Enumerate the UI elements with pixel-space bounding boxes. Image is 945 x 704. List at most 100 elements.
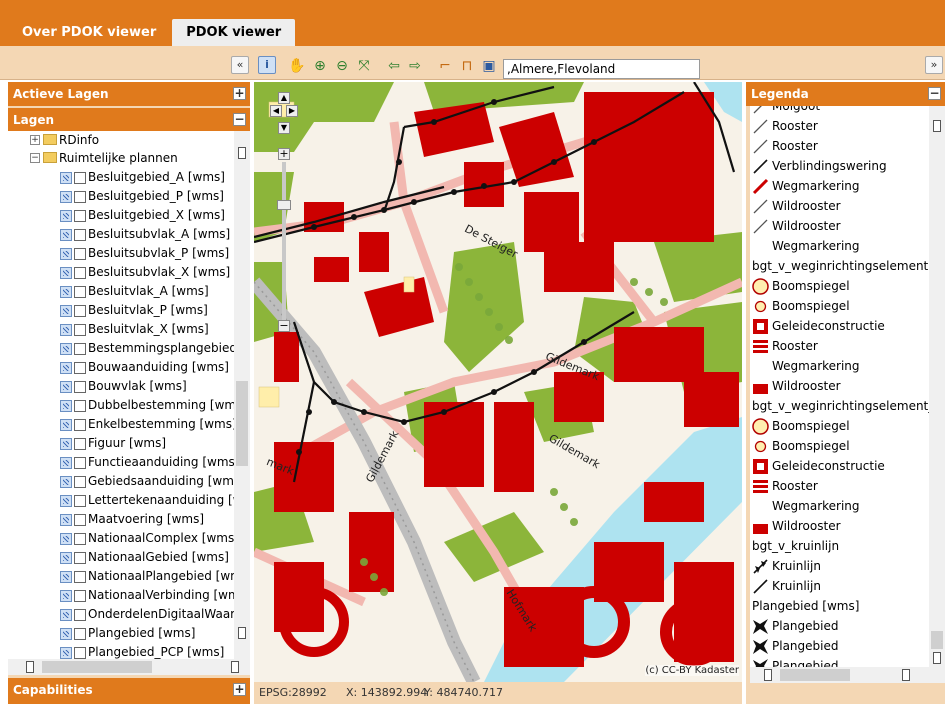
layer-checkbox[interactable]	[74, 438, 86, 450]
layer-checkbox[interactable]	[74, 172, 86, 184]
expand-icon[interactable]: +	[30, 135, 40, 145]
h-scroll-thumb[interactable]	[780, 669, 850, 681]
scroll-up-button[interactable]	[238, 147, 246, 159]
layer-label: Lettertekenaanduiding [wi	[88, 493, 246, 507]
zoom-in-button[interactable]: +	[278, 148, 290, 160]
layer-checkbox[interactable]	[74, 267, 86, 279]
info-icon[interactable]: i	[258, 56, 276, 74]
layer-checkbox[interactable]	[74, 514, 86, 526]
map-image-icon[interactable]: ▣	[480, 57, 498, 75]
layer-checkbox[interactable]	[74, 324, 86, 336]
legend-symbol-icon	[752, 578, 769, 595]
scroll-up-button[interactable]	[933, 120, 941, 132]
collapse-left-button[interactable]: «	[231, 56, 249, 74]
collapse-legend-button[interactable]: −	[928, 87, 941, 100]
layer-checkbox[interactable]	[74, 286, 86, 298]
wms-layer-icon	[60, 229, 72, 241]
legend-vertical-scrollbar[interactable]	[929, 106, 945, 667]
scroll-down-button[interactable]	[933, 652, 941, 664]
layer-label: NationaalComplex [wms]	[88, 531, 239, 545]
map-canvas[interactable]: De Steiger Gildemark Gildemark Gildemark…	[254, 82, 742, 682]
zoom-out-button[interactable]: −	[278, 320, 290, 332]
layer-tree: + RDinfo − Ruimtelijke plannen Besluitge…	[8, 131, 250, 675]
pan-right-button[interactable]: ▶	[286, 105, 298, 117]
folder-label: RDinfo	[59, 133, 100, 147]
layer-checkbox[interactable]	[74, 533, 86, 545]
map-image[interactable]	[254, 82, 742, 682]
legend-symbol-icon	[752, 358, 769, 375]
previous-extent-icon[interactable]: ⇦	[385, 57, 403, 75]
legend-symbol-icon	[752, 558, 769, 575]
layer-checkbox[interactable]	[74, 305, 86, 317]
layer-label: Besluitgebied_P [wms]	[88, 189, 224, 203]
collapse-right-button[interactable]: »	[925, 56, 943, 74]
zoom-out-icon[interactable]: ⊖	[333, 57, 351, 75]
pan-hand-icon[interactable]: ✋	[288, 57, 306, 75]
scroll-left-button[interactable]	[764, 669, 772, 681]
active-layers-header[interactable]: Actieve Lagen +	[8, 82, 250, 106]
layer-checkbox[interactable]	[74, 229, 86, 241]
layer-checkbox[interactable]	[74, 191, 86, 203]
scroll-left-button[interactable]	[26, 661, 34, 673]
scroll-right-button[interactable]	[231, 661, 239, 673]
scroll-thumb[interactable]	[236, 381, 248, 466]
layer-checkbox[interactable]	[74, 571, 86, 583]
layer-checkbox[interactable]	[74, 552, 86, 564]
tab-over-pdok-viewer[interactable]: Over PDOK viewer	[8, 19, 170, 46]
layer-checkbox[interactable]	[74, 476, 86, 488]
layer-label: NationaalPlangebied [wms	[88, 569, 249, 583]
layer-checkbox[interactable]	[74, 457, 86, 469]
zoom-extent-icon[interactable]: ⤧	[355, 57, 373, 75]
capabilities-header[interactable]: Capabilities +	[8, 678, 250, 704]
collapse-layers-button[interactable]: −	[233, 113, 246, 126]
legend-title: Legenda	[751, 87, 809, 101]
layer-tree-vertical-scrollbar[interactable]	[234, 131, 250, 659]
layer-checkbox[interactable]	[74, 343, 86, 355]
layer-label: Plangebied [wms]	[88, 626, 196, 640]
layer-tree-horizontal-scrollbar[interactable]	[8, 659, 250, 675]
layer-checkbox[interactable]	[74, 210, 86, 222]
map-toolbar: « i ✋ ⊕ ⊖ ⤧ ⇦ ⇨ ⌐ ⊓ ▣ »	[0, 46, 945, 80]
layer-checkbox[interactable]	[74, 628, 86, 640]
legend-symbol-icon	[752, 138, 769, 155]
layer-checkbox[interactable]	[74, 400, 86, 412]
tab-pdok-viewer[interactable]: PDOK viewer	[172, 19, 296, 46]
h-scroll-thumb[interactable]	[42, 661, 152, 673]
pan-left-button[interactable]: ◀	[270, 105, 282, 117]
layer-checkbox[interactable]	[74, 609, 86, 621]
legend-item-label: Kruinlijn	[772, 559, 821, 573]
expand-active-layers-button[interactable]: +	[233, 87, 246, 100]
zoom-in-icon[interactable]: ⊕	[311, 57, 329, 75]
scroll-thumb[interactable]	[931, 631, 943, 649]
wms-layer-icon	[60, 457, 72, 469]
expand-capabilities-button[interactable]: +	[233, 683, 246, 696]
wms-layer-icon	[60, 381, 72, 393]
layer-checkbox[interactable]	[74, 362, 86, 374]
layer-label: Gebiedsaanduiding [wms]	[88, 474, 245, 488]
zoom-slider-track[interactable]	[282, 162, 286, 327]
active-layers-title: Actieve Lagen	[13, 87, 109, 101]
zoom-slider-handle[interactable]	[277, 200, 291, 210]
collapse-icon[interactable]: −	[30, 153, 40, 163]
pan-down-button[interactable]: ▼	[278, 122, 290, 134]
scroll-right-button[interactable]	[902, 669, 910, 681]
layer-checkbox[interactable]	[74, 495, 86, 507]
legend-horizontal-scrollbar[interactable]	[750, 667, 945, 683]
next-extent-icon[interactable]: ⇨	[406, 57, 424, 75]
legend-panel: Molgoot Rooster Rooster Verblindingswering W…	[750, 106, 945, 683]
layer-checkbox[interactable]	[74, 647, 86, 659]
layer-label: Besluitsubvlak_P [wms]	[88, 246, 230, 260]
layers-header[interactable]: Lagen −	[8, 108, 250, 132]
measure-area-icon[interactable]: ⊓	[458, 57, 476, 75]
layer-checkbox[interactable]	[74, 381, 86, 393]
legend-header[interactable]: Legenda −	[746, 82, 945, 106]
layer-checkbox[interactable]	[74, 590, 86, 602]
scroll-down-button[interactable]	[238, 627, 246, 639]
legend-item-label: Plangebied	[772, 619, 839, 633]
layer-checkbox[interactable]	[74, 248, 86, 260]
measure-line-icon[interactable]: ⌐	[436, 57, 454, 75]
layer-checkbox[interactable]	[74, 419, 86, 431]
location-search-input[interactable]	[503, 59, 700, 79]
pan-up-button[interactable]: ▲	[278, 92, 290, 104]
wms-layer-icon	[60, 248, 72, 260]
